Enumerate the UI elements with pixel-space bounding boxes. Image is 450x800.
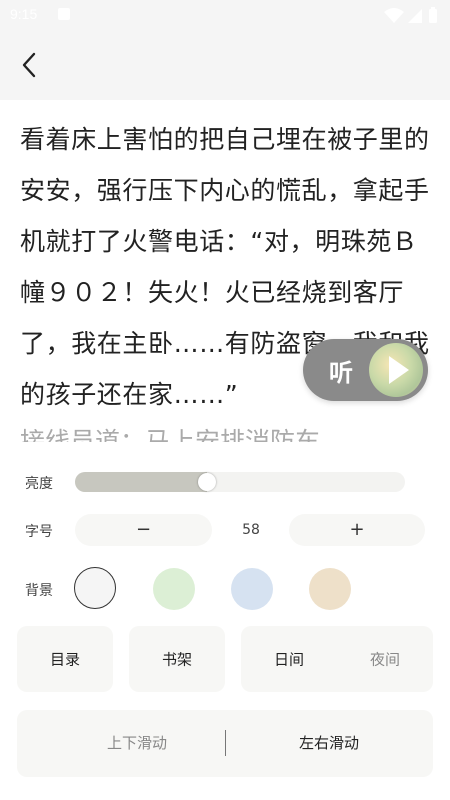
day-night-toggle: 日间 夜间 [241, 626, 433, 692]
brightness-fill [75, 472, 207, 492]
listen-label: 听 [329, 359, 353, 387]
status-icons [384, 7, 437, 23]
vertical-scroll-option[interactable]: 上下滑动 [89, 710, 185, 777]
top-bar [0, 30, 450, 100]
listen-button[interactable]: 听 [303, 339, 428, 401]
status-time: 9:15 [10, 6, 38, 22]
font-size-label: 字号 [25, 524, 53, 540]
bottom-spacer [0, 780, 450, 800]
background-swatch-beige[interactable] [309, 568, 351, 610]
play-icon [389, 356, 409, 384]
background-swatch-white[interactable] [74, 567, 116, 609]
night-mode-option[interactable]: 夜间 [337, 649, 433, 670]
signal-icon [408, 9, 422, 23]
brightness-label: 亮度 [25, 476, 53, 492]
wifi-icon [384, 8, 404, 23]
background-swatch-green[interactable] [153, 568, 195, 610]
status-bar: 9:15 [0, 0, 450, 30]
battery-icon [429, 7, 437, 23]
scroll-mode-divider [225, 730, 226, 756]
brightness-handle[interactable] [198, 473, 216, 491]
toc-button[interactable]: 目录 [17, 626, 113, 692]
brightness-slider[interactable] [75, 472, 405, 492]
bookshelf-label: 书架 [161, 650, 192, 669]
settings-panel: 亮度 字号 − 58 + 背景 目录 书架 日间 夜间 上下滑动 左右滑动 [0, 442, 450, 800]
font-increase-button[interactable]: + [289, 514, 425, 546]
notification-icon [58, 8, 70, 20]
background-label: 背景 [25, 583, 53, 599]
toc-label: 目录 [49, 650, 80, 669]
bookshelf-button[interactable]: 书架 [129, 626, 225, 692]
font-decrease-button[interactable]: − [75, 514, 212, 546]
horizontal-scroll-option[interactable]: 左右滑动 [281, 710, 377, 777]
font-size-value: 58 [242, 522, 260, 538]
chevron-left-icon[interactable] [16, 48, 46, 82]
day-mode-option[interactable]: 日间 [241, 649, 337, 670]
scroll-mode-toggle: 上下滑动 左右滑动 [17, 710, 433, 777]
chapter-text-partial: 接线员道：马上安排消防车， [20, 427, 346, 442]
background-swatch-blue[interactable] [231, 568, 273, 610]
